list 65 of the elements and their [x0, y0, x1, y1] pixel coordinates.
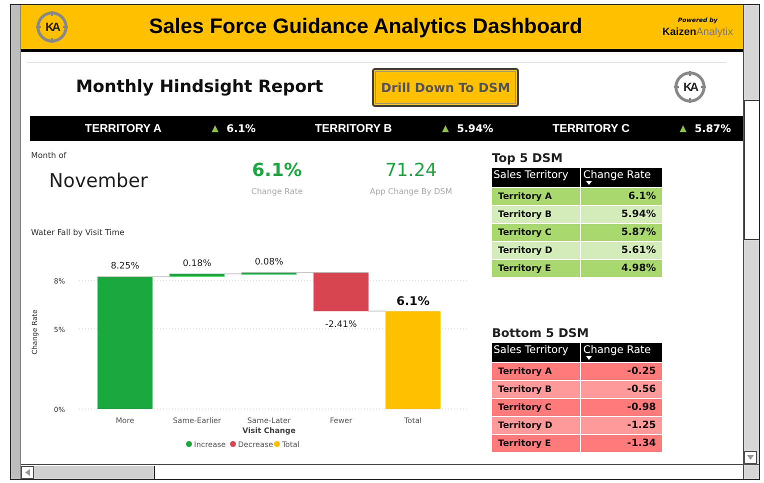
- table-cell: -0.56: [580, 380, 662, 398]
- table-cell: Territory B: [492, 206, 581, 224]
- territory-name: TERRITORY A: [84, 122, 162, 134]
- scroll-left-button[interactable]: [21, 466, 34, 478]
- data-label: 0.18%: [182, 258, 212, 269]
- down-arrow-icon: [747, 455, 754, 460]
- territory-name: TERRITORY C: [552, 122, 630, 134]
- scrollbar-corner: [743, 464, 759, 479]
- month-value: November: [48, 169, 149, 192]
- waterfall-bar: [170, 274, 224, 277]
- kpi-value: 71.24: [385, 160, 437, 181]
- kpi-value: 6.1%: [252, 160, 302, 181]
- logo: KA: [35, 10, 69, 44]
- up-arrow-icon: ▲: [212, 124, 219, 134]
- table-cell: Territory D: [492, 416, 581, 434]
- table-cell: Territory D: [492, 242, 581, 260]
- table-cell: Territory B: [492, 380, 581, 398]
- table-cell: Territory E: [492, 260, 581, 278]
- table-cell: -1.34: [580, 434, 662, 452]
- table-cell: 5.61%: [580, 242, 662, 260]
- territory-value: 5.94%: [456, 122, 494, 134]
- chart-title: Water Fall by Visit Time: [31, 228, 126, 237]
- data-label: 8.25%: [110, 262, 140, 272]
- column-header[interactable]: Sales Territory: [492, 168, 581, 188]
- data-label: 0.08%: [254, 257, 284, 268]
- data-label: 6.1%: [396, 294, 430, 308]
- scroll-down-button[interactable]: [744, 451, 757, 464]
- table-cell: 5.94%: [580, 206, 662, 224]
- table-cell: Territory E: [492, 434, 581, 452]
- dashboard-title: Sales Force Guidance Analytics Dashboard: [148, 15, 584, 39]
- logo: KA: [673, 70, 707, 104]
- column-header[interactable]: Sales Territory: [492, 343, 581, 362]
- table-cell: 4.98%: [580, 260, 662, 278]
- scroll-thumb[interactable]: [34, 466, 155, 478]
- kpi-label: Change Rate: [251, 187, 303, 196]
- left-arrow-icon: [25, 468, 30, 476]
- table-cell: 6.1%: [580, 188, 662, 206]
- table-cell: Territory C: [492, 398, 581, 416]
- drill-down-button[interactable]: Drill Down To DSM: [372, 68, 520, 106]
- territory-name: TERRITORY B: [314, 122, 392, 134]
- month-label: Month of: [31, 151, 68, 160]
- waterfall-bar: [314, 272, 368, 312]
- vertical-scrollbar[interactable]: [743, 5, 759, 464]
- horizontal-scrollbar[interactable]: [21, 464, 743, 479]
- column-header[interactable]: Change Rate: [580, 343, 662, 362]
- table-title: Top 5 DSM: [492, 151, 564, 165]
- waterfall-bar: [242, 272, 296, 274]
- brand-name: KaizenAnalytix: [662, 26, 733, 38]
- data-label: -2.41%: [325, 320, 357, 330]
- table-cell: Territory A: [492, 188, 581, 206]
- table-cell: Territory A: [492, 362, 581, 380]
- table-cell: 5.87%: [580, 224, 662, 242]
- report-title: Monthly Hindsight Report: [74, 77, 324, 97]
- table-title: Bottom 5 DSM: [492, 326, 590, 340]
- territory-value: 6.1%: [226, 122, 256, 134]
- column-header[interactable]: Change Rate: [580, 168, 662, 188]
- table-cell: -0.98: [580, 398, 662, 416]
- table-cell: -0.25: [580, 362, 662, 380]
- scroll-thumb[interactable]: [744, 100, 759, 240]
- up-arrow-icon: ▲: [680, 124, 687, 134]
- up-arrow-icon: ▲: [442, 124, 449, 134]
- table-cell: Territory C: [492, 224, 581, 242]
- territory-value: 5.87%: [694, 122, 731, 134]
- kpi-label: App Change By DSM: [370, 187, 452, 196]
- table-cell: -1.25: [580, 416, 662, 434]
